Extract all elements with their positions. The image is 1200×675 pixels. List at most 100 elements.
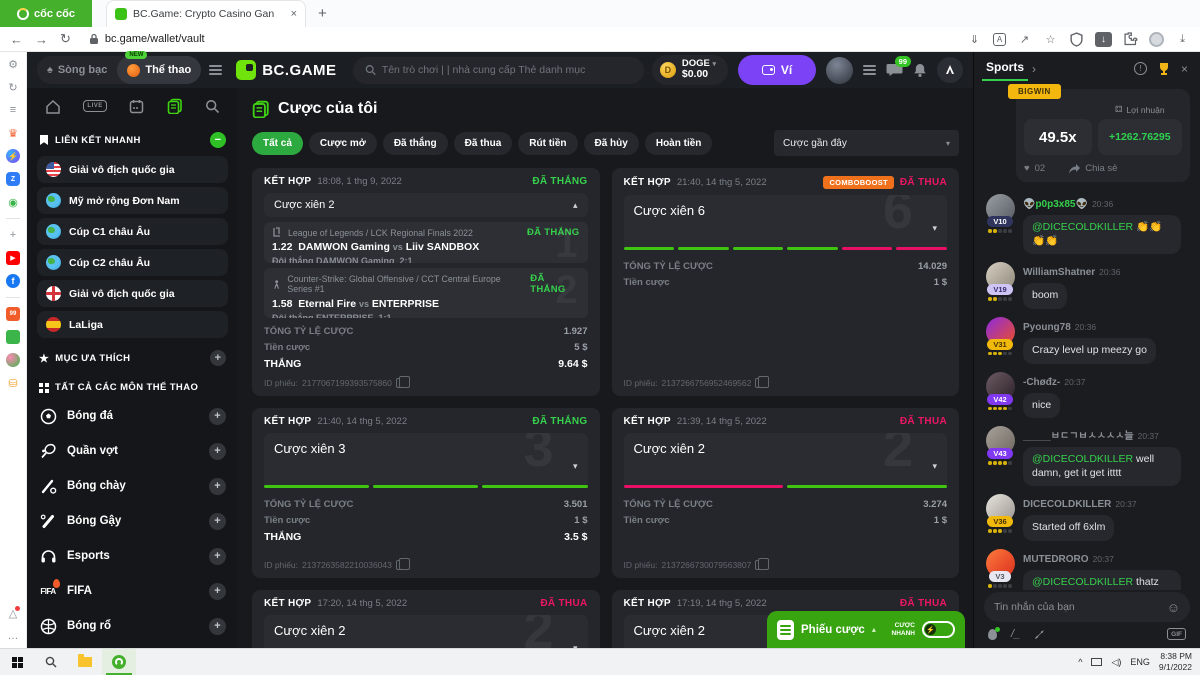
display-icon[interactable] xyxy=(1091,658,1103,666)
home-icon[interactable] xyxy=(45,99,61,114)
new-tab-button[interactable]: + xyxy=(306,0,339,27)
username[interactable]: MUTEDRORO xyxy=(1023,554,1089,565)
save-page-icon[interactable]: ⇓ xyxy=(967,32,982,47)
sidebar-item-cricket[interactable]: Bóng Gậy + xyxy=(37,506,228,536)
translate-icon[interactable]: A xyxy=(993,32,1006,46)
sidebar-item-fifa[interactable]: FIFA FIFA + xyxy=(37,576,228,606)
sidebar-item-tennis[interactable]: Quần vợt + xyxy=(37,436,228,466)
quick-bet-toggle[interactable]: ⚡ xyxy=(922,621,955,638)
pingpong-icon[interactable] xyxy=(6,353,20,367)
volume-icon[interactable]: ◁) xyxy=(1111,657,1121,668)
bcgame-logo[interactable]: BC.GAME xyxy=(236,60,336,80)
user-menu-icon[interactable] xyxy=(863,65,876,75)
sort-dropdown[interactable]: Cược gần đây ▾ xyxy=(774,130,959,156)
betslip-widget[interactable]: Phiếu cược ▴ CƯỢC NHANH ⚡ xyxy=(767,611,965,648)
bet-expand-toggle[interactable]: Cược xiên 2 2 ▾ xyxy=(264,615,588,648)
live-icon[interactable]: LIVE xyxy=(83,100,107,112)
more-icon[interactable]: … xyxy=(6,629,20,643)
coccoc-taskbar-icon[interactable] xyxy=(102,649,136,675)
game-search[interactable] xyxy=(352,56,644,84)
filter-all[interactable]: Tất cả xyxy=(252,131,303,155)
rocket-icon[interactable] xyxy=(1034,629,1045,640)
chat-input[interactable]: ☺ xyxy=(984,592,1190,622)
tab-sports[interactable]: NEW Thể thao xyxy=(117,51,202,84)
language-indicator[interactable]: ENG xyxy=(1130,657,1150,667)
zalo-icon[interactable]: Z xyxy=(6,172,20,186)
mention[interactable]: @DICECOLDKILLER xyxy=(1032,453,1133,465)
mention[interactable]: @DICECOLDKILLER xyxy=(1032,576,1133,588)
close-icon[interactable]: × xyxy=(1181,62,1188,76)
filter-cashout[interactable]: Rút tiền xyxy=(518,131,578,155)
username[interactable]: -Chøđz- xyxy=(1023,377,1060,388)
quick-link-item[interactable]: Giải vô địch quốc gia xyxy=(37,280,228,307)
settings-gear-icon[interactable]: ⚙ xyxy=(6,57,20,71)
filter-refund[interactable]: Hoàn tiền xyxy=(644,131,713,155)
expand-sport-button[interactable]: + xyxy=(209,512,226,530)
chat-tab-sports[interactable]: Sports xyxy=(981,60,1029,81)
taskbar-clock[interactable]: 8:38 PM 9/1/2022 xyxy=(1159,651,1192,672)
back-button[interactable]: ← xyxy=(10,32,23,47)
filter-open[interactable]: Cược mở xyxy=(308,131,377,155)
expand-sport-button[interactable]: + xyxy=(209,582,226,600)
sidebar-item-football[interactable]: Bóng đá + xyxy=(37,401,228,431)
share-label[interactable]: Chia sẻ xyxy=(1085,163,1117,174)
mention[interactable]: @DICECOLDKILLER xyxy=(1032,221,1133,233)
bet-expand-toggle[interactable]: Cược xiên 2 2 ▾ xyxy=(623,433,947,485)
copy-icon[interactable] xyxy=(755,376,770,388)
copy-icon[interactable] xyxy=(755,558,770,570)
bookmark-star-icon[interactable]: ☆ xyxy=(1043,32,1058,47)
add-icon[interactable]: + xyxy=(6,228,20,242)
balance-pill[interactable]: D DOGE ▾ $0.00 xyxy=(651,55,728,85)
shield-icon[interactable] xyxy=(1069,31,1084,47)
info-icon[interactable]: ! xyxy=(1133,62,1147,75)
gif-icon[interactable]: GIF xyxy=(1167,628,1186,640)
facebook-icon[interactable]: f xyxy=(6,274,20,288)
share-icon[interactable]: ↗ xyxy=(1017,32,1032,47)
expand-sport-button[interactable]: + xyxy=(209,442,226,460)
commands-icon[interactable]: /_ xyxy=(1011,628,1020,640)
shop99-icon[interactable]: 99 xyxy=(6,307,20,321)
tab-casino[interactable]: ♠ Sòng bạc xyxy=(37,64,117,76)
expand-sport-button[interactable]: + xyxy=(209,477,226,495)
downloads-icon[interactable]: ⤓ xyxy=(1175,32,1190,47)
reload-button[interactable]: ↻ xyxy=(60,31,71,47)
bet-expand-toggle[interactable]: Cược xiên 6 6 ▾ xyxy=(623,195,947,247)
history-icon[interactable]: ↻ xyxy=(6,80,20,94)
username[interactable]: Pyoung78 xyxy=(1023,322,1071,333)
wallet-button[interactable]: Ví xyxy=(738,55,816,85)
filter-lost[interactable]: Đã thua xyxy=(453,131,513,155)
youtube-icon[interactable]: ▶ xyxy=(6,251,20,265)
download-manager-icon[interactable]: ↓ xyxy=(1095,31,1112,47)
chevron-right-icon[interactable]: › xyxy=(1032,62,1036,76)
app4580-icon[interactable] xyxy=(6,330,20,344)
games-icon[interactable]: ◉ xyxy=(6,195,20,209)
messenger-icon[interactable]: ⚡ xyxy=(6,149,20,163)
start-button[interactable] xyxy=(0,649,34,675)
sidebar-search-icon[interactable] xyxy=(205,99,220,114)
quick-link-item[interactable]: LaLiga xyxy=(37,311,228,338)
browser-tab[interactable]: BC.Game: Crypto Casino Gan × xyxy=(106,0,306,27)
address-bar[interactable]: bc.game/wallet/vault xyxy=(89,33,205,45)
tray-expand-icon[interactable]: ^ xyxy=(1078,657,1082,667)
my-bets-icon[interactable] xyxy=(167,98,183,114)
quick-link-item[interactable]: Cúp C1 châu Âu xyxy=(37,218,228,245)
sports-partner-logo-icon[interactable] xyxy=(937,57,963,83)
expand-sport-button[interactable]: + xyxy=(209,547,226,565)
quick-link-item[interactable]: Giải vô địch quốc gia xyxy=(37,156,228,183)
expand-sport-button[interactable]: + xyxy=(209,617,226,635)
bet-expand-toggle[interactable]: Cược xiên 3 3 ▾ xyxy=(264,433,588,485)
quick-link-item[interactable]: Mỹ mở rộng Đơn Nam xyxy=(37,187,228,214)
filter-won[interactable]: Đã thắng xyxy=(382,131,448,155)
calendar-icon[interactable] xyxy=(129,99,144,114)
expand-sport-button[interactable]: + xyxy=(209,407,226,425)
coccoc-brand[interactable]: cốc cốc xyxy=(0,0,92,27)
username[interactable]: WilliamShatner xyxy=(1023,267,1095,278)
forward-button[interactable]: → xyxy=(35,32,48,47)
notification-bell-icon[interactable]: △ xyxy=(6,606,20,620)
copy-icon[interactable] xyxy=(395,558,410,570)
username[interactable]: 👽p0p3x85👽 xyxy=(1023,199,1088,210)
username[interactable]: DICECOLDKILLER xyxy=(1023,499,1111,510)
bet-expand-toggle[interactable]: Cược xiên 2 ▴ xyxy=(264,193,588,217)
browser-profile-avatar[interactable] xyxy=(1149,31,1164,47)
user-avatar[interactable] xyxy=(826,56,853,84)
